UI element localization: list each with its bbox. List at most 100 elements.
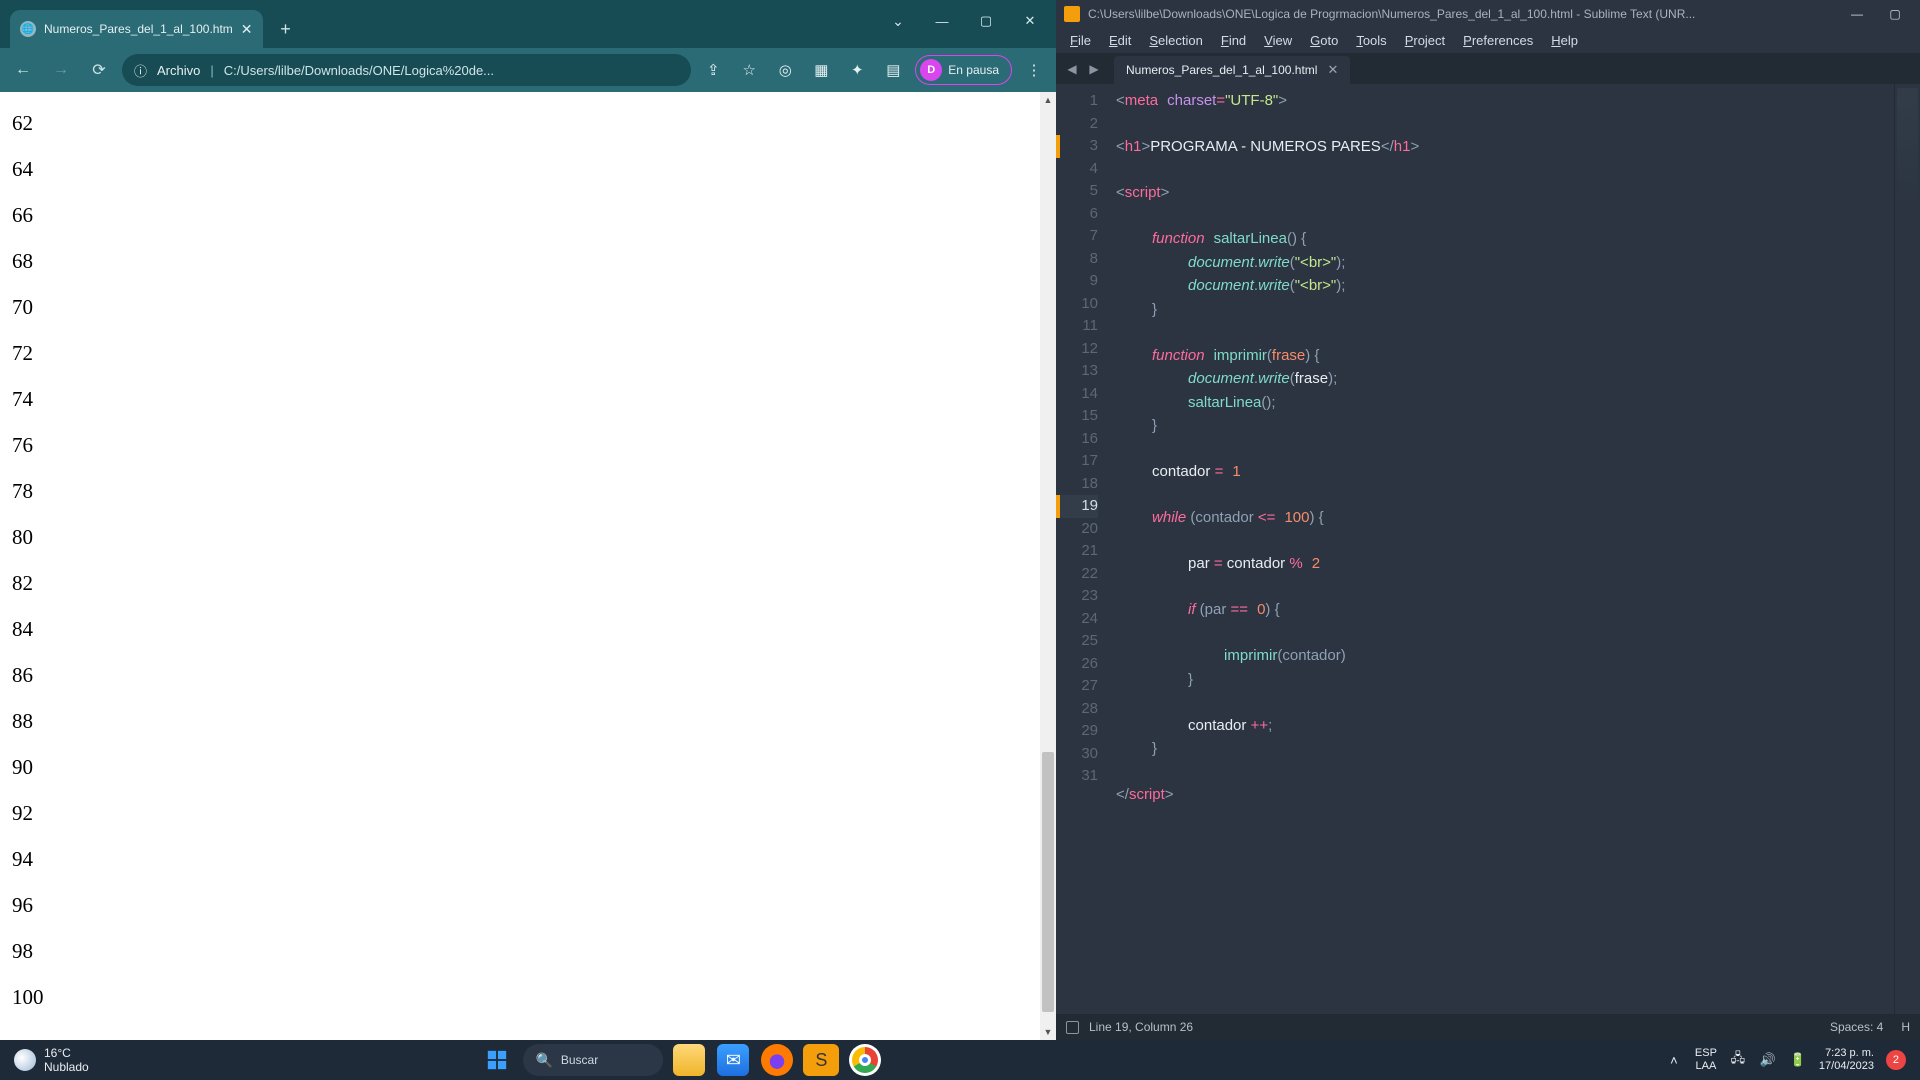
minimize-button[interactable]: — [920, 6, 964, 36]
back-button[interactable]: ← [8, 55, 38, 85]
line-number[interactable]: 15 [1056, 405, 1098, 428]
search-placeholder: Buscar [561, 1053, 598, 1067]
line-number[interactable]: 9 [1056, 270, 1098, 293]
page-scrollbar[interactable]: ▲ ▼ [1040, 92, 1056, 1040]
line-number[interactable]: 22 [1056, 563, 1098, 586]
sublime-logo-icon [1064, 6, 1080, 22]
volume-icon[interactable]: 🔊 [1759, 1051, 1777, 1069]
line-number[interactable]: 2 [1056, 113, 1098, 136]
line-number[interactable]: 24 [1056, 608, 1098, 631]
editor-tab[interactable]: Numeros_Pares_del_1_al_100.html ✕ [1114, 56, 1350, 84]
windows-taskbar: 16°C Nublado 🔍 Buscar ✉ S ˄ ESP LAA 🖧 🔊 … [0, 1040, 1920, 1080]
line-number[interactable]: 16 [1056, 428, 1098, 451]
menu-find[interactable]: Find [1213, 30, 1254, 51]
forward-button[interactable]: → [46, 55, 76, 85]
scroll-down-icon[interactable]: ▼ [1040, 1024, 1056, 1040]
mail-app-button[interactable]: ✉ [715, 1042, 751, 1078]
profile-button[interactable]: D En pausa [915, 55, 1012, 85]
menu-help[interactable]: Help [1543, 30, 1586, 51]
history-forward-icon[interactable]: ▶ [1084, 59, 1104, 79]
browser-tab[interactable]: 🌐 Numeros_Pares_del_1_al_100.htm ✕ [10, 10, 263, 48]
language-indicator[interactable]: ESP LAA [1695, 1047, 1717, 1073]
line-number[interactable]: 29 [1056, 720, 1098, 743]
firefox-button[interactable] [759, 1042, 795, 1078]
share-icon[interactable]: ⇪ [699, 56, 727, 84]
chrome-taskbar-button[interactable] [847, 1042, 883, 1078]
status-syntax[interactable]: H [1901, 1020, 1910, 1034]
line-number[interactable]: 30 [1056, 743, 1098, 766]
kebab-menu-icon[interactable]: ⋮ [1020, 56, 1048, 84]
menu-tools[interactable]: Tools [1348, 30, 1394, 51]
status-panel-icon[interactable] [1066, 1021, 1079, 1034]
line-number[interactable]: 20 [1056, 518, 1098, 541]
weather-widget[interactable]: 16°C Nublado [0, 1046, 89, 1074]
st-minimize-button[interactable]: — [1840, 3, 1874, 25]
extension-icon-2[interactable]: ▦ [807, 56, 835, 84]
network-icon[interactable]: 🖧 [1729, 1051, 1747, 1069]
menu-edit[interactable]: Edit [1101, 30, 1139, 51]
line-number[interactable]: 14 [1056, 383, 1098, 406]
line-number[interactable]: 8 [1056, 248, 1098, 271]
menu-view[interactable]: View [1256, 30, 1300, 51]
line-number[interactable]: 7 [1056, 225, 1098, 248]
address-bar[interactable]: ⓘ Archivo | C:/Users/lilbe/Downloads/ONE… [122, 54, 691, 86]
weather-icon [14, 1049, 36, 1071]
line-number[interactable]: 6 [1056, 203, 1098, 226]
line-number[interactable]: 19 [1056, 495, 1098, 518]
battery-icon[interactable]: 🔋 [1789, 1051, 1807, 1069]
line-number[interactable]: 26 [1056, 653, 1098, 676]
profile-avatar: D [920, 59, 942, 81]
site-info-icon[interactable]: ⓘ [134, 61, 147, 80]
menu-file[interactable]: File [1062, 30, 1099, 51]
minimap[interactable] [1894, 84, 1920, 1014]
editor-tab-close-icon[interactable]: ✕ [1327, 62, 1338, 78]
clock[interactable]: 7:23 p. m. 17/04/2023 [1819, 1047, 1874, 1073]
st-maximize-button[interactable]: ▢ [1878, 3, 1912, 25]
chrome-window-controls: ⌄ — ▢ ✕ [876, 0, 1056, 48]
code-area[interactable]: <meta charset="UTF-8"> <h1>PROGRAMA - NU… [1108, 84, 1894, 1014]
scroll-thumb[interactable] [1042, 752, 1054, 1012]
line-number[interactable]: 18 [1056, 473, 1098, 496]
line-number[interactable]: 4 [1056, 158, 1098, 181]
notifications-button[interactable]: 2 [1886, 1050, 1906, 1070]
menu-selection[interactable]: Selection [1141, 30, 1210, 51]
start-button[interactable] [479, 1042, 515, 1078]
maximize-button[interactable]: ▢ [964, 6, 1008, 36]
reload-button[interactable]: ⟳ [84, 55, 114, 85]
extensions-icon[interactable]: ✦ [843, 56, 871, 84]
close-window-button[interactable]: ✕ [1008, 6, 1052, 36]
line-number[interactable]: 10 [1056, 293, 1098, 316]
line-number[interactable]: 31 [1056, 765, 1098, 788]
line-number[interactable]: 17 [1056, 450, 1098, 473]
line-number[interactable]: 11 [1056, 315, 1098, 338]
line-number[interactable]: 3 [1056, 135, 1098, 158]
history-back-icon[interactable]: ◀ [1062, 59, 1082, 79]
line-number[interactable]: 1 [1056, 90, 1098, 113]
sidepanel-icon[interactable]: ▤ [879, 56, 907, 84]
line-number[interactable]: 28 [1056, 698, 1098, 721]
new-tab-button[interactable]: + [271, 14, 301, 44]
line-number[interactable]: 27 [1056, 675, 1098, 698]
line-number[interactable]: 5 [1056, 180, 1098, 203]
line-number[interactable]: 23 [1056, 585, 1098, 608]
line-number[interactable]: 25 [1056, 630, 1098, 653]
line-number[interactable]: 12 [1056, 338, 1098, 361]
extension-icon-1[interactable]: ◎ [771, 56, 799, 84]
weather-desc: Nublado [44, 1060, 89, 1074]
line-gutter[interactable]: 1234567891011121314151617181920212223242… [1056, 84, 1108, 1014]
line-number[interactable]: 13 [1056, 360, 1098, 383]
file-explorer-button[interactable] [671, 1042, 707, 1078]
system-tray: ˄ ESP LAA 🖧 🔊 🔋 7:23 p. m. 17/04/2023 2 [1665, 1047, 1920, 1073]
sublime-taskbar-button[interactable]: S [803, 1042, 839, 1078]
scroll-up-icon[interactable]: ▲ [1040, 92, 1056, 108]
taskbar-search[interactable]: 🔍 Buscar [523, 1044, 663, 1076]
line-number[interactable]: 21 [1056, 540, 1098, 563]
tab-close-icon[interactable]: ✕ [241, 21, 253, 38]
tabs-dropdown-icon[interactable]: ⌄ [876, 6, 920, 36]
bookmark-icon[interactable]: ☆ [735, 56, 763, 84]
menu-preferences[interactable]: Preferences [1455, 30, 1541, 51]
menu-goto[interactable]: Goto [1302, 30, 1346, 51]
tray-chevron-icon[interactable]: ˄ [1665, 1051, 1683, 1069]
menu-project[interactable]: Project [1397, 30, 1453, 51]
status-indent[interactable]: Spaces: 4 [1830, 1020, 1883, 1034]
